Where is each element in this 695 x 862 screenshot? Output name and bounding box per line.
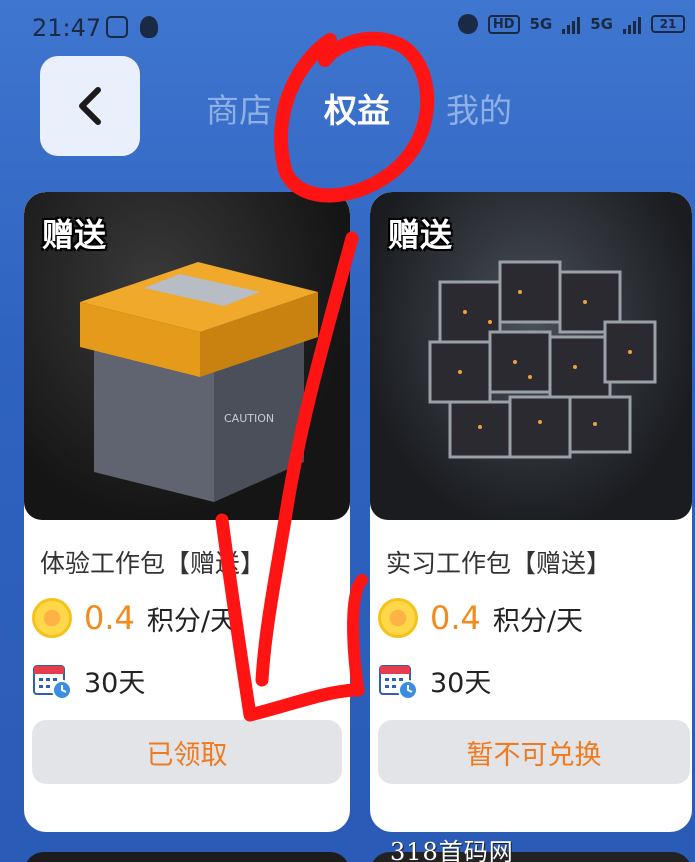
points-row: 0.4 积分/天 [32,596,237,640]
hd-icon: HD [487,14,520,34]
glowing-cube-image: 赠送 [370,192,692,520]
points-unit: 积分/天 [146,605,237,637]
network-label-1: 5G [529,15,553,33]
duration-row: 30天 [32,658,145,702]
points-unit: 积分/天 [492,605,583,637]
status-bar: 21:47 HD 5G 5G 21 [0,0,695,56]
signal-icon-1 [562,14,581,34]
network-label-2: 5G [590,15,613,33]
redeem-unavailable-button[interactable]: 暂不可兑换 [378,720,690,784]
next-card-partial [24,852,350,862]
signal-icon-2 [623,14,641,34]
tab-bar: 商店 权益 我的 [0,84,695,136]
days-value: 30天 [84,667,146,699]
duration-row: 30天 [378,658,491,702]
svg-text:CAUTION: CAUTION [224,412,274,425]
card-title: 体验工作包【赠送】 [40,549,266,578]
watermark: 318首码网 www.E318.com [390,838,514,862]
product-card[interactable]: CAUTION 赠送 体验工作包【赠送】 0.4 积分/天 30天 已领取 [24,192,350,832]
coin-icon [32,598,72,638]
gift-badge: 赠送 [42,216,107,254]
claimed-button[interactable]: 已领取 [32,720,342,784]
alarm-icon [457,14,478,34]
app-notification-icon [106,16,128,38]
status-time: 21:47 [32,14,102,42]
qq-icon [140,16,158,38]
battery-icon: 21 [651,15,685,33]
gift-badge: 赠送 [388,216,453,254]
tab-rights[interactable]: 权益 [324,84,390,132]
calendar-icon [379,665,418,700]
tab-mine[interactable]: 我的 [446,84,512,132]
days-value: 30天 [430,667,492,699]
points-row: 0.4 积分/天 [378,596,583,640]
calendar-icon [33,665,72,700]
card-title: 实习工作包【赠送】 [386,549,612,578]
points-value: 0.4 [84,599,135,637]
product-card[interactable]: 赠送 实习工作包【赠送】 0.4 积分/天 30天 暂不可兑换 [370,192,692,832]
status-left-icons [106,16,158,38]
points-value: 0.4 [430,599,481,637]
supply-crate-image: CAUTION 赠送 [24,192,350,520]
coin-icon [378,598,418,638]
tab-shop[interactable]: 商店 [206,84,272,132]
status-right: HD 5G 5G 21 [457,14,685,34]
